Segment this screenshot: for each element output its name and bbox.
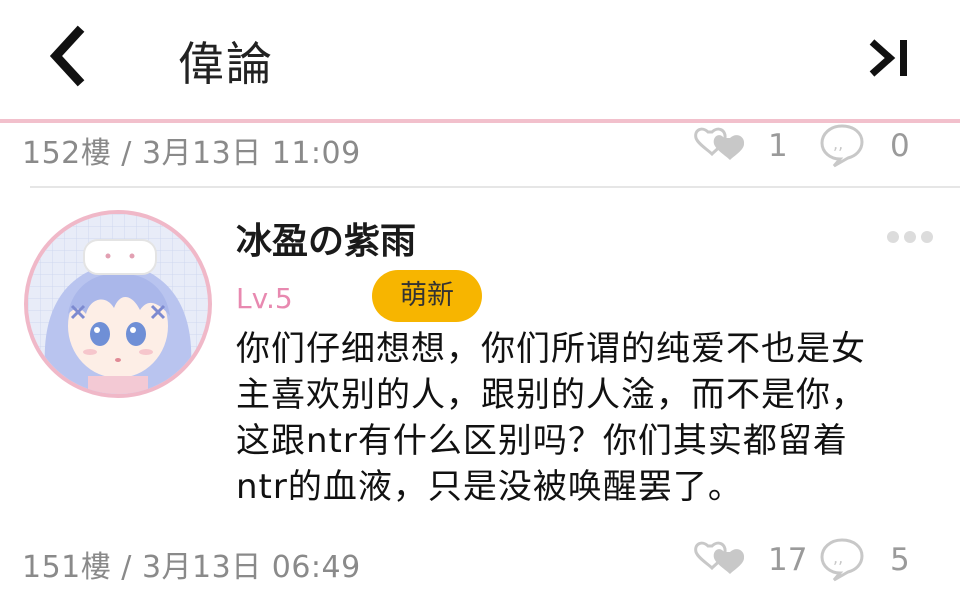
svg-text:,,: ,,	[833, 134, 843, 153]
anime-avatar-icon	[28, 214, 208, 394]
chevron-left-icon	[49, 25, 85, 87]
comment-button[interactable]: ,,	[818, 122, 866, 168]
page-title: 偉論	[178, 37, 274, 91]
comment-count: 5	[890, 542, 910, 578]
user-avatar[interactable]	[24, 210, 212, 398]
like-button[interactable]	[694, 536, 750, 582]
comment-bubble-icon: ,,	[820, 538, 864, 582]
like-count: 1	[768, 128, 788, 164]
last-page-button[interactable]	[862, 28, 922, 88]
comment-button[interactable]: ,,	[818, 536, 866, 582]
more-dots-icon	[887, 231, 933, 243]
post-content: 你们仔细想想，你们所谓的纯爱不也是女 主喜欢别的人，跟别的人淦，而不是你， 这跟…	[236, 326, 946, 510]
username[interactable]: 冰盈の紫雨	[236, 212, 416, 264]
post-meta-row: 152樓 / 3月13日 11:09 1 ,, 0	[0, 122, 960, 172]
post-content-line: 你们仔细想想，你们所谓的纯爱不也是女	[236, 329, 866, 369]
top-bar: 偉論	[0, 0, 960, 120]
skip-to-end-icon	[869, 39, 907, 77]
post-content-line: ntr的血液，只是没被唤醒罢了。	[236, 467, 743, 507]
divider	[30, 186, 960, 188]
user-level: Lv.5	[236, 282, 293, 315]
more-options-button[interactable]	[884, 226, 936, 248]
post-meta-row: 151樓 / 3月13日 06:49 17 ,, 5	[0, 536, 960, 586]
like-count: 17	[768, 542, 808, 578]
floor-time: 151樓 / 3月13日 06:49	[22, 550, 361, 585]
back-button[interactable]	[40, 20, 100, 90]
user-title-badge: 萌新	[372, 270, 482, 322]
hearts-icon	[694, 127, 745, 160]
post-content-line: 这跟ntr有什么区别吗？你们其实都留着	[236, 421, 848, 461]
hearts-icon	[694, 541, 745, 574]
comment-bubble-icon: ,,	[820, 124, 864, 168]
comment-count: 0	[890, 128, 910, 164]
like-button[interactable]	[694, 122, 750, 168]
floor-time: 152樓 / 3月13日 11:09	[22, 136, 361, 171]
post-content-line: 主喜欢别的人，跟别的人淦，而不是你，	[236, 375, 866, 415]
svg-text:,,: ,,	[833, 548, 843, 567]
